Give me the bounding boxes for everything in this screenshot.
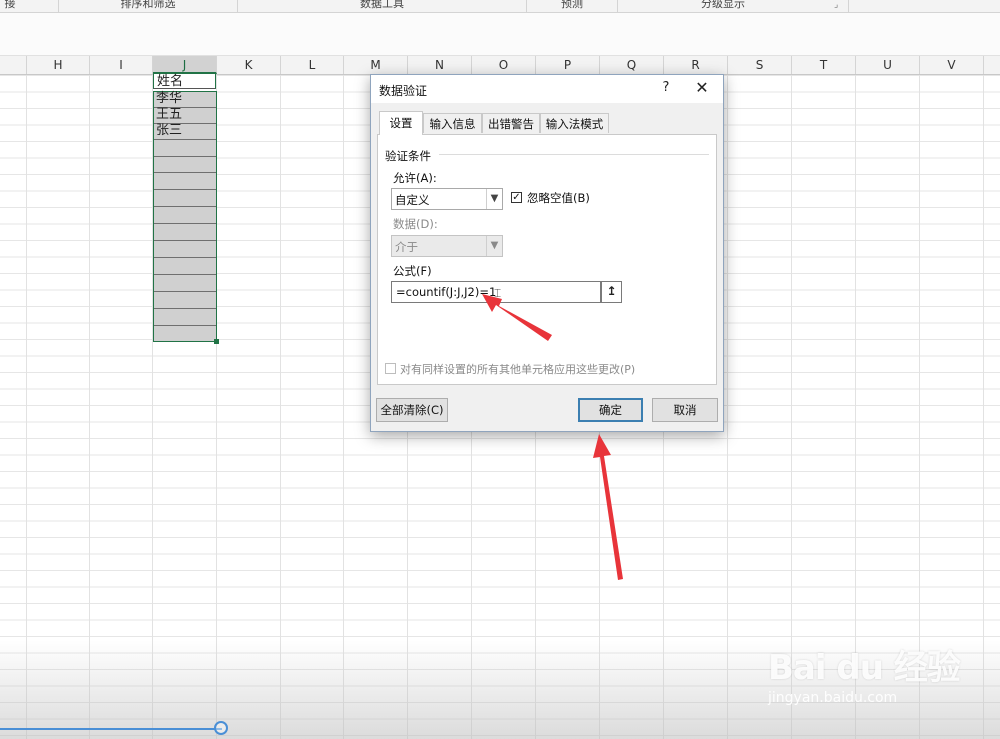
annotation-arrows	[482, 294, 623, 580]
baidu-logo: Bai du 经验	[768, 648, 961, 688]
tab-settings[interactable]: 设置	[379, 111, 423, 135]
arrow-to-ok-button-icon	[593, 434, 623, 580]
baidu-watermark: Bai du 经验 jingyan.baidu.com	[740, 632, 980, 717]
watermark-url: jingyan.baidu.com	[768, 690, 898, 706]
arrow-to-formula-icon	[482, 294, 552, 341]
